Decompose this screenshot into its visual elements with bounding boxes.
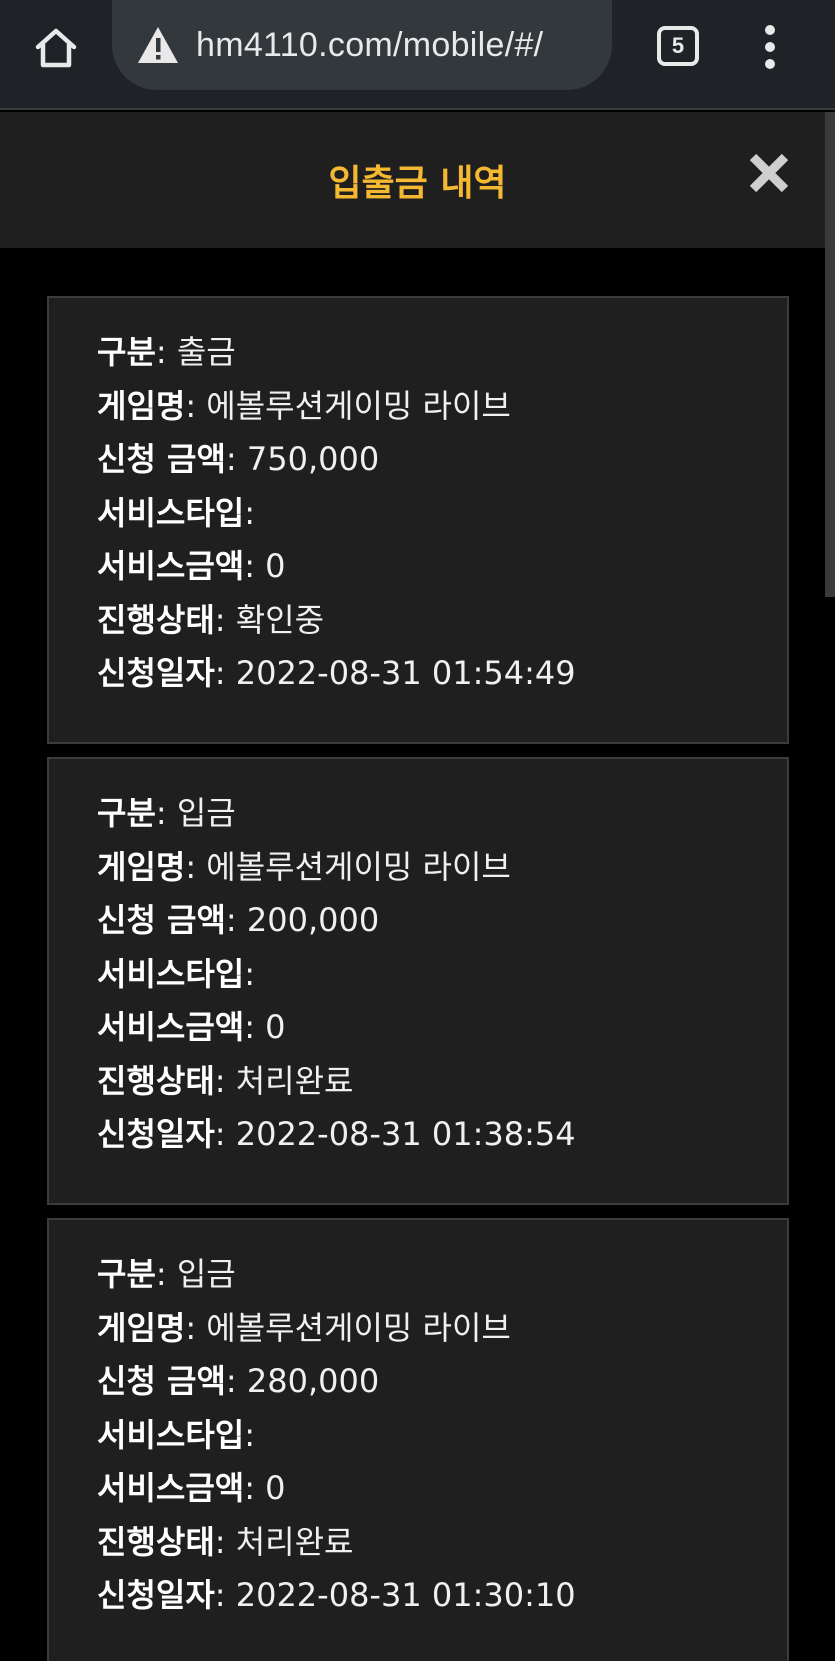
amount-value: 280,000 — [246, 1362, 380, 1400]
row-service-type: 서비스타입: — [97, 493, 255, 532]
game-value: 에볼루션게이밍 라이브 — [206, 386, 511, 425]
row-service-amount: 서비스금액: 0 — [97, 1008, 286, 1046]
home-icon[interactable] — [28, 20, 84, 76]
date-value: 2022-08-31 01:38:54 — [235, 1115, 576, 1153]
scrollbar[interactable] — [825, 112, 835, 597]
browser-toolbar: hm4110.com/mobile/#/ 5 — [0, 0, 835, 110]
game-value: 에볼루션게이밍 라이브 — [206, 1308, 511, 1347]
row-service-amount: 서비스금액: 0 — [97, 1469, 286, 1507]
row-service-type: 서비스타입: — [97, 954, 255, 993]
row-status: 진행상태: 처리완료 — [97, 1522, 354, 1561]
transaction-card: 구분: 출금 게임명: 에볼루션게이밍 라이브 신청 금액: 750,000 서… — [47, 296, 789, 744]
row-type: 구분: 출금 — [97, 333, 236, 371]
transaction-card: 구분: 입금 게임명: 에볼루션게이밍 라이브 신청 금액: 200,000 서… — [47, 757, 789, 1205]
type-value: 입금 — [176, 794, 236, 832]
row-status: 진행상태: 확인중 — [97, 600, 325, 639]
row-amount: 신청 금액: 200,000 — [97, 901, 380, 939]
row-amount: 신청 금액: 750,000 — [97, 440, 380, 478]
close-icon[interactable] — [746, 150, 792, 196]
more-vert-icon[interactable] — [756, 22, 784, 72]
row-service-type: 서비스타입: — [97, 1415, 255, 1454]
warning-icon — [138, 27, 178, 63]
transaction-card: 구분: 입금 게임명: 에볼루션게이밍 라이브 신청 금액: 280,000 서… — [47, 1218, 789, 1661]
date-value: 2022-08-31 01:30:10 — [235, 1576, 576, 1614]
status-value: 확인중 — [235, 600, 325, 639]
status-value: 처리완료 — [235, 1061, 354, 1100]
service-amount-value: 0 — [265, 1008, 286, 1046]
tab-switcher-button[interactable]: 5 — [657, 26, 699, 66]
modal-title: 입출금 내역 — [328, 163, 507, 204]
row-date: 신청일자: 2022-08-31 01:38:54 — [97, 1115, 576, 1153]
url-text: hm4110.com/mobile/#/ — [196, 25, 544, 64]
row-game: 게임명: 에볼루션게이밍 라이브 — [97, 386, 511, 425]
row-amount: 신청 금액: 280,000 — [97, 1362, 380, 1400]
row-type: 구분: 입금 — [97, 1255, 236, 1293]
service-amount-value: 0 — [265, 547, 286, 585]
row-date: 신청일자: 2022-08-31 01:54:49 — [97, 654, 576, 692]
address-bar[interactable]: hm4110.com/mobile/#/ — [112, 0, 612, 90]
type-value: 입금 — [176, 1255, 236, 1293]
modal-header: 입출금 내역 — [0, 112, 825, 248]
row-game: 게임명: 에볼루션게이밍 라이브 — [97, 1308, 511, 1347]
amount-value: 200,000 — [246, 901, 380, 939]
game-value: 에볼루션게이밍 라이브 — [206, 847, 511, 886]
service-amount-value: 0 — [265, 1469, 286, 1507]
status-value: 처리완료 — [235, 1522, 354, 1561]
row-service-amount: 서비스금액: 0 — [97, 547, 286, 585]
transaction-list: 구분: 출금 게임명: 에볼루션게이밍 라이브 신청 금액: 750,000 서… — [47, 296, 789, 1661]
row-date: 신청일자: 2022-08-31 01:30:10 — [97, 1576, 576, 1614]
row-game: 게임명: 에볼루션게이밍 라이브 — [97, 847, 511, 886]
date-value: 2022-08-31 01:54:49 — [235, 654, 576, 692]
row-status: 진행상태: 처리완료 — [97, 1061, 354, 1100]
amount-value: 750,000 — [246, 440, 380, 478]
row-type: 구분: 입금 — [97, 794, 236, 832]
type-value: 출금 — [176, 333, 236, 371]
